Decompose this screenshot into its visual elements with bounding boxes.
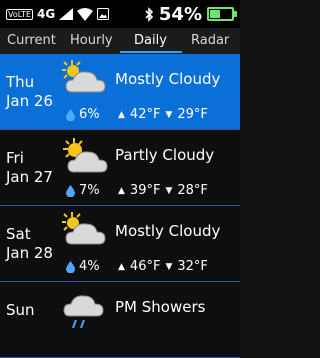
- battery-percent: 54%: [158, 3, 202, 25]
- down-arrow-icon: ▼: [165, 261, 173, 272]
- low-temp: 32°F: [177, 259, 208, 274]
- rain-drop-icon: [66, 108, 75, 121]
- network-type: 4G: [37, 7, 56, 21]
- condition-text: Mostly Cloudy: [115, 70, 221, 88]
- volte-icon: VoLTE: [6, 8, 34, 20]
- precip-chance: 4%: [66, 259, 100, 274]
- image-notification-icon: [97, 8, 110, 20]
- list-item[interactable]: Sun PM Showers: [0, 282, 240, 358]
- down-arrow-icon: ▼: [165, 109, 173, 120]
- up-arrow-icon: ▲: [118, 261, 125, 272]
- precip-value: 7%: [79, 183, 100, 198]
- day-name: Fri: [6, 149, 24, 167]
- rain-drop-icon: [66, 184, 75, 197]
- battery-icon: [207, 7, 237, 21]
- day-date: Jan 28: [6, 244, 53, 262]
- signal-icon: [59, 8, 74, 20]
- precip-chance: 6%: [66, 107, 100, 122]
- high-temp: 46°F: [129, 259, 161, 274]
- daily-forecast-list: Thu Jan 26 Mostly Cloudy 6% ▲ 42°F ▼ 29°…: [0, 54, 240, 358]
- low-temp: 28°F: [177, 183, 208, 198]
- condition-text: Mostly Cloudy: [115, 222, 221, 240]
- list-item[interactable]: Thu Jan 26 Mostly Cloudy 6% ▲ 42°F ▼ 29°…: [0, 54, 240, 130]
- battery-level: [210, 10, 221, 18]
- status-left: VoLTE 4G: [6, 5, 110, 23]
- rain-drop-icon: [66, 260, 75, 273]
- high-temp: 39°F: [129, 183, 161, 198]
- list-item[interactable]: Fri Jan 27 Partly Cloudy 7% ▲ 39°F ▼ 28°…: [0, 130, 240, 206]
- precip-value: 6%: [79, 107, 100, 122]
- showers-icon: [63, 295, 104, 329]
- status-right: 54%: [145, 3, 237, 25]
- precip-value: 4%: [79, 259, 100, 274]
- temperature-range: ▲ 42°F ▼ 29°F: [118, 107, 208, 122]
- day-name: Sun: [6, 301, 35, 319]
- mostly-cloudy-icon: [62, 60, 106, 93]
- high-temp: 42°F: [129, 107, 161, 122]
- wifi-icon: [77, 7, 94, 21]
- active-tab-indicator: [120, 51, 182, 53]
- temperature-range: ▲ 39°F ▼ 28°F: [118, 183, 208, 198]
- up-arrow-icon: ▲: [118, 109, 125, 120]
- day-date: Jan 27: [6, 168, 53, 186]
- low-temp: 29°F: [177, 107, 208, 122]
- condition-text: Partly Cloudy: [115, 146, 215, 164]
- list-item[interactable]: Sat Jan 28 Mostly Cloudy 4% ▲ 46°F ▼ 32°…: [0, 206, 240, 282]
- day-date: Jan 26: [6, 92, 53, 110]
- precip-chance: 7%: [66, 183, 100, 198]
- tab-radar[interactable]: Radar: [191, 28, 229, 54]
- tab-hourly[interactable]: Hourly: [70, 28, 113, 54]
- partly-cloudy-icon: [63, 138, 108, 173]
- day-name: Thu: [6, 73, 35, 91]
- temperature-range: ▲ 46°F ▼ 32°F: [118, 259, 208, 274]
- tab-current[interactable]: Current: [7, 28, 56, 54]
- mostly-cloudy-icon: [62, 212, 106, 245]
- up-arrow-icon: ▲: [118, 185, 125, 196]
- status-bar: VoLTE 4G 54%: [0, 0, 240, 28]
- bluetooth-icon: [145, 6, 154, 22]
- down-arrow-icon: ▼: [165, 185, 173, 196]
- day-name: Sat: [6, 225, 31, 243]
- condition-text: PM Showers: [115, 298, 206, 316]
